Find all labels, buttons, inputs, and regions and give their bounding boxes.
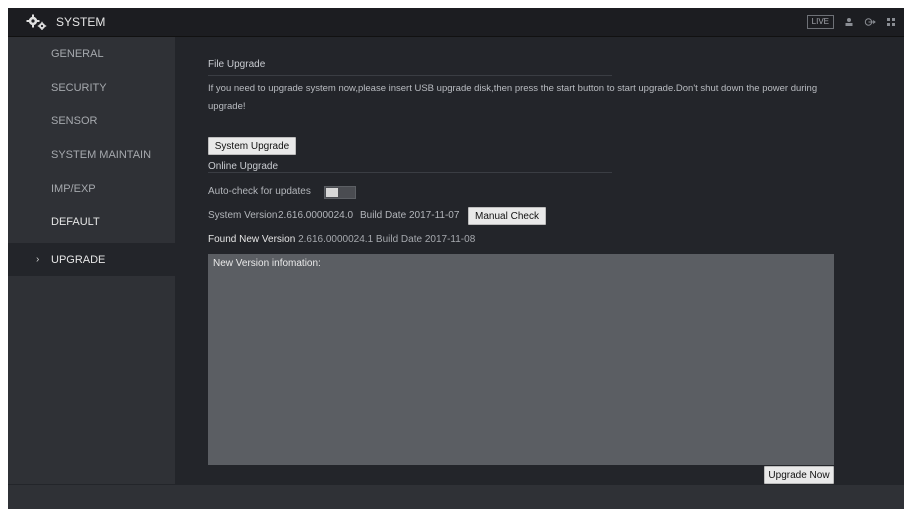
app-window: SYSTEM LIVE GENERAL SECURITY SENSOR SYST… bbox=[8, 8, 904, 509]
found-build-date-value: 2017-11-08 bbox=[424, 234, 476, 245]
found-new-version: Found New Version 2.616.0000024.1 Build … bbox=[208, 233, 475, 247]
found-version-label: Found New Version bbox=[208, 234, 296, 245]
sidebar-item-label: SENSOR bbox=[51, 114, 98, 127]
sidebar-item-label: IMP/EXP bbox=[51, 182, 96, 195]
build-date-value: 2017-11-07 bbox=[409, 210, 460, 221]
online-upgrade-title: Online Upgrade bbox=[208, 161, 279, 172]
auto-check-label: Auto-check for updates bbox=[208, 186, 311, 197]
build-date-label: Build Date bbox=[360, 210, 407, 221]
title-group: SYSTEM bbox=[26, 8, 105, 36]
sidebar-item-label: DEFAULT bbox=[51, 215, 100, 228]
grid-icon[interactable] bbox=[886, 17, 896, 27]
upgrade-instructions: If you need to upgrade system now,please… bbox=[208, 83, 818, 112]
version-info-label: New Version infomation: bbox=[213, 258, 321, 269]
section-divider bbox=[208, 75, 612, 76]
sidebar-item-label: SYSTEM MAINTAIN bbox=[51, 148, 152, 161]
auto-check-toggle[interactable] bbox=[324, 186, 356, 199]
system-version-value: 2.616.0000024.0 bbox=[278, 210, 354, 221]
upgrade-now-button[interactable]: Upgrade Now bbox=[764, 466, 834, 484]
sidebar-item-label: GENERAL bbox=[51, 47, 104, 60]
gear-icon bbox=[26, 14, 47, 30]
sidebar: GENERAL SECURITY SENSOR SYSTEM MAINTAIN … bbox=[8, 37, 175, 484]
toggle-knob bbox=[326, 188, 338, 197]
user-icon[interactable] bbox=[844, 17, 854, 27]
sidebar-item-upgrade[interactable]: › UPGRADE bbox=[8, 243, 175, 276]
found-version-value: 2.616.0000024.1 bbox=[298, 234, 374, 245]
manual-check-button[interactable]: Manual Check bbox=[468, 207, 546, 225]
logout-icon[interactable] bbox=[864, 17, 876, 27]
sidebar-item-imp-exp[interactable]: IMP/EXP bbox=[8, 172, 175, 205]
sidebar-item-system-maintain[interactable]: SYSTEM MAINTAIN bbox=[8, 138, 175, 171]
sidebar-item-general[interactable]: GENERAL bbox=[8, 37, 175, 70]
system-version-label: System Version bbox=[208, 210, 278, 221]
top-right-tools: LIVE bbox=[806, 8, 896, 36]
sidebar-item-security[interactable]: SECURITY bbox=[8, 71, 175, 104]
sidebar-item-label: UPGRADE bbox=[51, 253, 106, 266]
system-upgrade-button[interactable]: System Upgrade bbox=[208, 137, 296, 155]
sidebar-item-sensor[interactable]: SENSOR bbox=[8, 104, 175, 137]
page-title: SYSTEM bbox=[56, 15, 106, 29]
file-upgrade-title: File Upgrade bbox=[208, 59, 266, 70]
section-divider bbox=[208, 172, 612, 173]
found-build-date-label: Build Date bbox=[375, 234, 423, 245]
sidebar-item-default[interactable]: DEFAULT bbox=[8, 205, 175, 238]
main-panel: File Upgrade If you need to upgrade syst… bbox=[175, 37, 904, 485]
top-bar: SYSTEM LIVE bbox=[8, 8, 904, 37]
bottom-bar bbox=[8, 485, 904, 509]
live-button[interactable]: LIVE bbox=[806, 15, 834, 29]
sidebar-item-label: SECURITY bbox=[51, 81, 107, 94]
version-info-box: New Version infomation: bbox=[208, 254, 834, 465]
chevron-right-icon: › bbox=[36, 254, 40, 265]
